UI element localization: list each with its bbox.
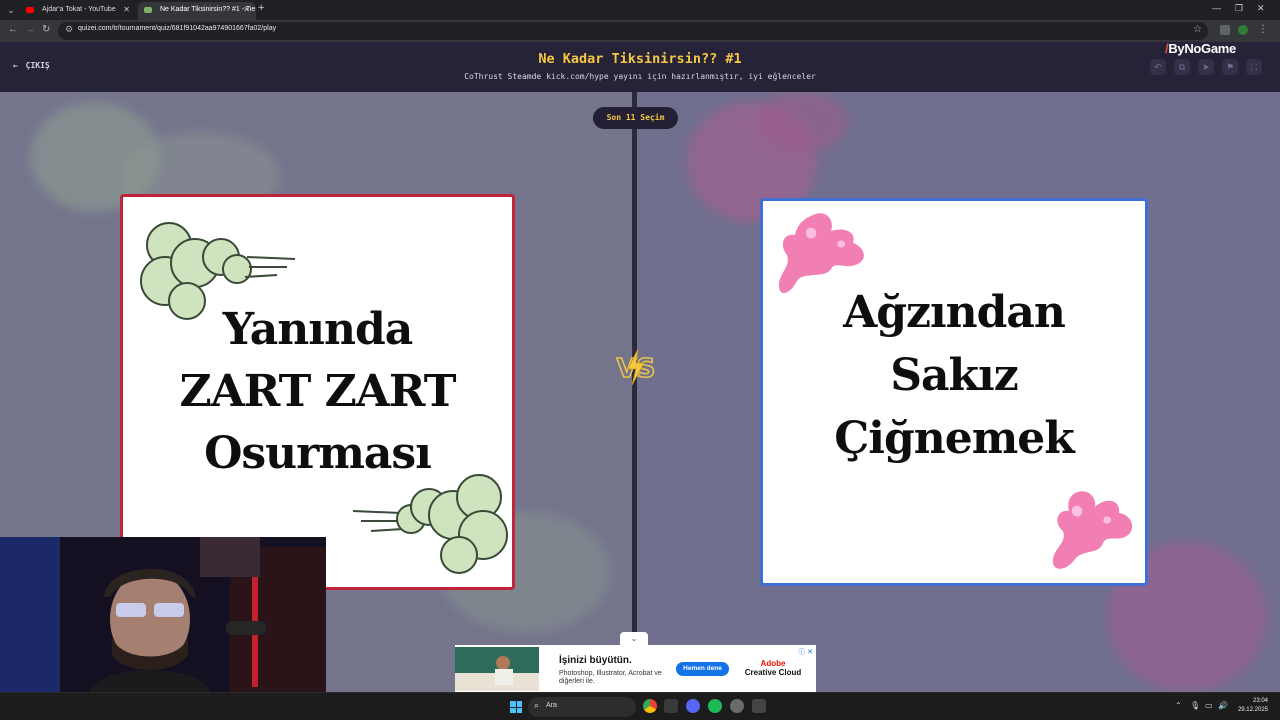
windows-taskbar: ⌕ Ara ⌃ 🎙 ▭ 🔊 23:04 29.12.2025	[0, 692, 1280, 720]
fullscreen-icon[interactable]: ⛶	[1246, 59, 1262, 75]
ad-body: Photoshop, Illustrator, Acrobat ve diğer…	[559, 670, 662, 685]
left-label-line: ZART ZART	[179, 366, 457, 417]
restore-icon[interactable]: ❐	[1235, 3, 1243, 14]
chrome-icon[interactable]	[643, 699, 657, 713]
address-bar[interactable]: ⚙ quizei.com/tr/tournament/quiz/681f9104…	[58, 22, 1208, 40]
new-tab-icon[interactable]: +	[258, 2, 264, 14]
close-tab-icon[interactable]: ✕	[123, 2, 130, 18]
tab-search-icon[interactable]: ⌄	[4, 3, 18, 17]
page-subtitle: CoThrust Steamde kick.com/hype yayını iç…	[464, 72, 816, 81]
gum-splat-icon	[1052, 491, 1133, 569]
url-text[interactable]: quizei.com/tr/tournament/quiz/681f91042a…	[78, 25, 276, 32]
quizei-icon	[144, 7, 152, 13]
discord-icon[interactable]	[686, 699, 700, 713]
taskbar-search[interactable]: ⌕ Ara	[528, 697, 636, 717]
chevron-down-icon[interactable]: ⌄	[620, 632, 648, 645]
vs-lightning-icon: VS	[616, 348, 656, 386]
fart-cloud-icon	[352, 474, 508, 574]
flag-icon[interactable]: ⚑	[1222, 59, 1238, 75]
round-badge: Son 11 Seçim	[593, 107, 678, 129]
tab-title: Ajdar'a Tokat - YouTube	[42, 6, 116, 13]
spotify-icon[interactable]	[708, 699, 722, 713]
back-icon[interactable]: ←	[8, 24, 18, 35]
send-icon[interactable]: ➤	[1198, 59, 1214, 75]
blurred-splat	[757, 92, 847, 152]
minimize-icon[interactable]: —	[1212, 3, 1221, 13]
volume-icon[interactable]: 🔊	[1218, 701, 1228, 710]
right-option-card[interactable]: Ağzından Sakız Çiğnemek	[760, 198, 1148, 586]
right-label-line: Sakız	[890, 350, 1018, 401]
close-window-icon[interactable]: ✕	[1257, 3, 1265, 14]
ad-brand-line: Adobe	[760, 659, 786, 668]
right-option-label: Ağzından Sakız Çiğnemek	[763, 281, 1145, 470]
tray-chevron-icon[interactable]: ⌃	[1175, 701, 1182, 710]
profile-avatar-icon[interactable]	[1238, 25, 1248, 35]
browser-tab-quiz[interactable]: Ne Kadar Tiksinirsin?? #1 - Tie ✕	[138, 2, 256, 20]
extensions-icon[interactable]	[1220, 25, 1230, 35]
bookmark-star-icon[interactable]: ☆	[1193, 24, 1202, 35]
browser-toolbar: ← → ↻ ⚙ quizei.com/tr/tournament/quiz/68…	[0, 20, 1280, 42]
start-icon[interactable]	[510, 701, 522, 713]
ad-cta-button[interactable]: Hemen dene	[676, 662, 729, 676]
center-divider	[632, 92, 637, 720]
header-actions: ↶ ⧉ ➤ ⚑ ⛶	[1150, 59, 1262, 75]
microphone-icon[interactable]: 🎙	[1190, 701, 1200, 710]
ad-headline: İşinizi büyütün.	[559, 655, 632, 666]
webcam-overlay	[0, 537, 326, 692]
share-icon[interactable]: ⧉	[1174, 59, 1190, 75]
left-option-card[interactable]: Yanında ZART ZART Osurması	[120, 194, 515, 590]
forward-icon[interactable]: →	[25, 24, 35, 35]
bynogame-logo: /ByNoGame	[1165, 41, 1236, 56]
obs-icon[interactable]	[664, 699, 678, 713]
network-icon[interactable]: ▭	[1205, 701, 1213, 710]
tab-title: Ne Kadar Tiksinirsin?? #1 - Tie	[160, 6, 256, 13]
browser-tab-strip: ⌄ Ajdar'a Tokat - YouTube ✕ Ne Kadar Tik…	[0, 0, 1280, 20]
browser-tab-youtube[interactable]: Ajdar'a Tokat - YouTube ✕	[20, 2, 136, 20]
browser-menu-icon[interactable]: ⋮	[1258, 24, 1268, 35]
streamer-camera-feed	[0, 537, 326, 692]
taskbar-clock[interactable]: 23:04 29.12.2025	[1238, 697, 1268, 715]
undo-icon[interactable]: ↶	[1150, 59, 1166, 75]
youtube-icon	[26, 7, 34, 13]
app-icon[interactable]	[752, 699, 766, 713]
clock-date: 29.12.2025	[1237, 707, 1268, 713]
search-icon: ⌕	[534, 700, 540, 710]
page-title: Ne Kadar Tiksinirsin?? #1	[538, 51, 742, 67]
quiz-header: ← ÇIKIŞ Ne Kadar Tiksinirsin?? #1 CoThru…	[0, 42, 1280, 92]
clock-time: 23:04	[1252, 698, 1268, 704]
left-label-line: Yanında	[222, 304, 413, 355]
logo-text: ByNoGame	[1168, 41, 1236, 56]
site-info-icon[interactable]: ⚙	[65, 24, 73, 35]
adobe-logo: Adobe Creative Cloud	[743, 659, 803, 677]
search-label: Ara	[546, 702, 557, 709]
ad-banner[interactable]: İşinizi büyütün. Photoshop, Illustrator,…	[455, 645, 816, 692]
reload-icon[interactable]: ↻	[42, 24, 50, 35]
ad-brand-line: Creative Cloud	[744, 668, 802, 677]
ad-image	[455, 647, 539, 691]
settings-gear-icon[interactable]	[730, 699, 744, 713]
right-label-line: Ağzından	[843, 287, 1066, 338]
ad-info-icon[interactable]: ⓘ ✕	[798, 647, 813, 657]
right-label-line: Çiğnemek	[834, 413, 1075, 464]
close-tab-icon[interactable]: ✕	[243, 2, 250, 18]
